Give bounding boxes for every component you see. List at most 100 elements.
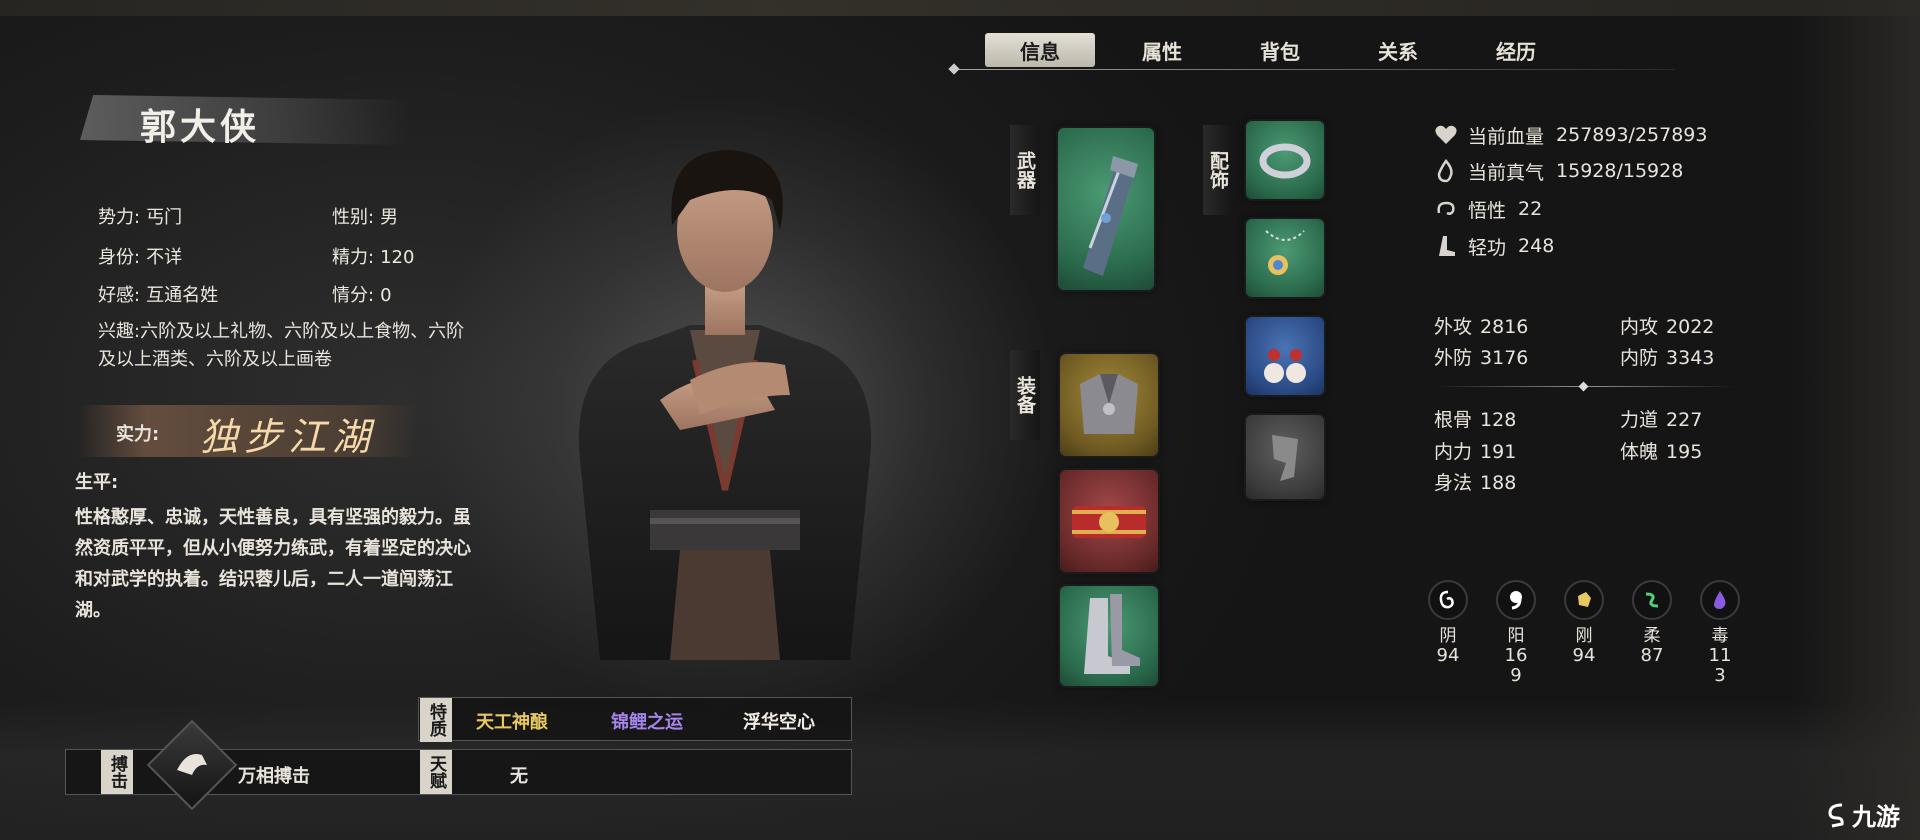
tab-attributes[interactable]: 属性 xyxy=(1103,33,1221,67)
talent-tag: 天赋 xyxy=(420,750,452,794)
agility-skill-row: 轻功 248 xyxy=(1432,232,1554,260)
weapon-slot[interactable] xyxy=(1058,128,1154,290)
hobby-text: 兴趣:六阶及以上礼物、六阶及以上食物、六阶及以上酒类、六阶及以上画卷 xyxy=(98,318,478,374)
element-soft[interactable]: 柔 87 xyxy=(1627,580,1677,666)
top-scene-strip xyxy=(0,0,1920,16)
accessory-label: 配饰 xyxy=(1203,125,1233,215)
agility-stat: 身法 188 xyxy=(1434,472,1517,494)
gender-value: 男 xyxy=(380,207,399,228)
tab-info[interactable]: 信息 xyxy=(985,33,1095,67)
belt-icon xyxy=(1072,506,1146,538)
belt-slot[interactable] xyxy=(1060,470,1158,572)
gauntlet-weapon-icon xyxy=(1083,156,1138,276)
tab-history[interactable]: 经历 xyxy=(1457,33,1575,67)
bio-text: 性格憨厚、忠诚，天性善良，具有坚强的毅力。虽然资质平平，但从小便努力练武，有着坚… xyxy=(75,507,471,621)
element-yang[interactable]: 阳 169 xyxy=(1491,580,1541,686)
armor-slot[interactable] xyxy=(1060,354,1158,456)
traits-tag: 特质 xyxy=(420,698,452,742)
gender-label: 性别: xyxy=(332,207,375,228)
accessory-slot-4-empty[interactable] xyxy=(1246,415,1324,499)
favor-value: 互通名姓 xyxy=(146,285,219,306)
element-poison[interactable]: 毒 113 xyxy=(1695,580,1745,686)
outer-attack: 外攻 2816 xyxy=(1434,316,1529,338)
energy-value: 120 xyxy=(380,247,415,268)
site-watermark: 九游 xyxy=(1826,797,1900,832)
boots-icon xyxy=(1084,594,1140,674)
hobby-value: 六阶及以上礼物、六阶及以上食物、六阶及以上酒类、六阶及以上画卷 xyxy=(98,321,465,370)
gear-label: 装备 xyxy=(1010,350,1040,440)
inner-attack: 内攻 2022 xyxy=(1620,316,1715,338)
qi-label: 当前真气 xyxy=(1468,161,1545,184)
boot-icon xyxy=(1432,232,1460,260)
inner-power-stat: 内力 191 xyxy=(1434,441,1517,463)
tab-bar: 信息 属性 背包 关系 经历 xyxy=(985,32,1575,68)
bone-stat: 根骨 128 xyxy=(1434,409,1517,431)
qi-row: 当前真气 15928/15928 xyxy=(1432,157,1683,185)
hp-value: 257893/257893 xyxy=(1556,124,1708,146)
hard-icon xyxy=(1564,580,1604,620)
yang-icon xyxy=(1496,580,1536,620)
element-hard[interactable]: 刚 94 xyxy=(1559,580,1609,666)
boots-slot[interactable] xyxy=(1060,586,1158,686)
identity-value: 不详 xyxy=(146,247,183,268)
talent-value: 无 xyxy=(510,766,528,787)
heart-icon xyxy=(1432,121,1460,149)
power-rank: 独步江湖 xyxy=(200,415,377,459)
insight-label: 悟性 xyxy=(1468,199,1507,222)
faction-value: 丐门 xyxy=(146,207,183,228)
accessory-slot-1[interactable] xyxy=(1246,121,1324,199)
accessory-slot-2[interactable] xyxy=(1246,219,1324,297)
strength-stat: 力道 227 xyxy=(1620,409,1703,431)
physique-stat: 体魄 195 xyxy=(1620,441,1703,463)
tab-relations[interactable]: 关系 xyxy=(1339,33,1457,67)
trait-1[interactable]: 天工神酿 xyxy=(476,708,548,734)
affection-value: 0 xyxy=(380,285,392,306)
tab-bag[interactable]: 背包 xyxy=(1221,33,1339,67)
armor-icon xyxy=(1080,374,1138,434)
affection-label: 情分: xyxy=(332,285,375,306)
favor-label: 好感: xyxy=(98,285,141,306)
yin-icon xyxy=(1428,580,1468,620)
pendant-icon xyxy=(1265,230,1305,275)
hp-row: 当前血量 257893/257893 xyxy=(1432,121,1707,149)
accessory-slot-3[interactable] xyxy=(1246,317,1324,395)
energy-label: 精力: xyxy=(332,247,375,268)
faction-label: 势力: xyxy=(98,207,141,228)
insight-value: 22 xyxy=(1518,198,1543,220)
identity-row: 身份: 不详 xyxy=(98,243,182,269)
lightness-label: 轻功 xyxy=(1468,236,1507,259)
outer-defense: 外防 3176 xyxy=(1434,347,1529,369)
right-scene-fade xyxy=(1790,0,1920,840)
gender-row: 性别: 男 xyxy=(332,203,398,229)
favor-row: 好感: 互通名姓 xyxy=(98,281,218,307)
trait-2[interactable]: 锦鲤之运 xyxy=(611,708,683,734)
power-label: 实力: xyxy=(116,424,160,445)
swirl-icon xyxy=(1432,195,1460,223)
lightness-value: 248 xyxy=(1518,235,1555,257)
element-yin[interactable]: 阴 94 xyxy=(1423,580,1473,666)
ring-icon xyxy=(1259,143,1311,179)
empty-accessory-icon xyxy=(1272,435,1298,481)
hobby-label: 兴趣: xyxy=(98,321,141,342)
watermark-logo-icon xyxy=(1828,803,1844,827)
bio-title: 生平: xyxy=(75,472,119,493)
hp-label: 当前血量 xyxy=(1468,125,1545,148)
soft-icon xyxy=(1632,580,1672,620)
insight-row: 悟性 22 xyxy=(1432,195,1542,223)
character-name: 郭大侠 xyxy=(140,106,261,148)
weapon-label: 武器 xyxy=(1010,125,1040,215)
character-portrait xyxy=(578,150,872,660)
skill-name[interactable]: 万相搏击 xyxy=(238,762,310,788)
poison-icon xyxy=(1700,580,1740,620)
qi-value: 15928/15928 xyxy=(1556,160,1684,182)
earring-icon xyxy=(1264,349,1306,383)
identity-label: 身份: xyxy=(98,247,141,268)
inner-defense: 内防 3343 xyxy=(1620,347,1715,369)
trait-3[interactable]: 浮华空心 xyxy=(743,708,815,734)
flame-icon xyxy=(1432,157,1460,185)
faction-row: 势力: 丐门 xyxy=(98,203,182,229)
tab-underline xyxy=(955,69,1675,70)
affection-row: 情分: 0 xyxy=(332,281,392,307)
energy-row: 精力: 120 xyxy=(332,243,414,269)
skill-tag: 搏击 xyxy=(101,750,133,794)
